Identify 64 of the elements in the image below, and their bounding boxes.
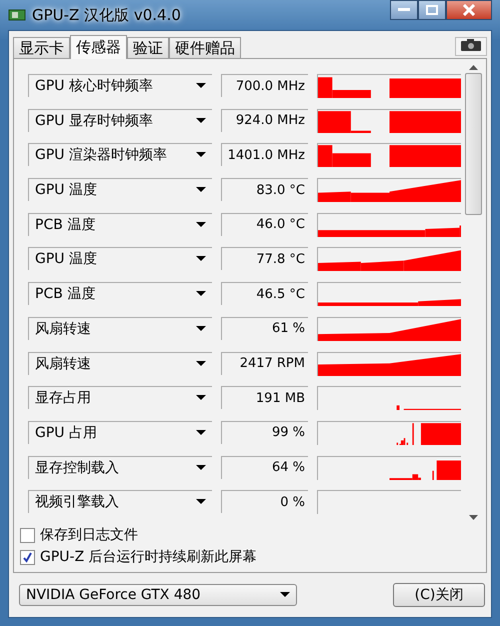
caret-icon: [196, 187, 206, 194]
sensor-value: 191 MB: [221, 386, 308, 410]
caret-icon: [196, 395, 206, 402]
graphics-card-icon: [8, 8, 26, 22]
maximize-button[interactable]: [418, 0, 446, 20]
caret-icon: [196, 326, 206, 332]
sensor-value: 924.0 MHz: [221, 108, 308, 132]
sensor-dropdown[interactable]: GPU 核心时钟频率: [28, 74, 212, 97]
sensor-value: 64 %: [221, 456, 308, 479]
caret-icon: [280, 592, 290, 598]
sensor-dropdown[interactable]: PCB 温度: [28, 282, 212, 306]
sensor-dropdown[interactable]: GPU 显存时钟频率: [28, 108, 212, 132]
sensor-value: 99 %: [221, 420, 308, 444]
tab[interactable]: 传感器: [70, 35, 127, 59]
sensor-dropdown[interactable]: GPU 温度: [28, 247, 212, 270]
sensor-value: 61 %: [221, 316, 308, 340]
caret-icon: [196, 499, 206, 506]
caret-icon: [196, 430, 206, 436]
sensor-value: 0 %: [221, 490, 308, 514]
sensor-value: 46.0 °C: [221, 212, 308, 236]
sensor-dropdown[interactable]: GPU 温度: [28, 178, 212, 202]
minimize-icon: [398, 8, 410, 12]
checkmark-icon: [22, 552, 33, 562]
sensor-value: 46.5 °C: [221, 282, 308, 306]
scroll-up-icon: [468, 65, 478, 70]
sensor-dropdown[interactable]: 视频引擎载入: [28, 490, 212, 514]
close-button[interactable]: (C)关闭: [393, 583, 485, 607]
close-button[interactable]: [446, 0, 492, 20]
tab[interactable]: 验证: [127, 37, 169, 58]
sensor-dropdown[interactable]: 显存占用: [28, 386, 212, 410]
sensor-value: 1401.0 MHz: [221, 143, 308, 166]
sensor-dropdown[interactable]: 风扇转速: [28, 352, 212, 374]
sensor-value: 700.0 MHz: [221, 74, 308, 97]
caret-icon: [196, 256, 206, 262]
sensor-value: 83.0 °C: [221, 178, 308, 202]
sensor-dropdown[interactable]: PCB 温度: [28, 212, 212, 236]
camera-icon: [460, 39, 482, 51]
caret-icon: [196, 152, 206, 158]
close-icon: [462, 4, 476, 16]
caret-icon: [196, 222, 206, 228]
caret-icon: [196, 291, 206, 298]
caret-icon: [196, 83, 206, 89]
sensor-value: 2417 RPM: [221, 352, 308, 374]
checkbox[interactable]: [20, 528, 35, 542]
checkbox-label: 保存到日志文件: [40, 526, 138, 544]
caret-icon: [196, 118, 206, 124]
window-title: GPU-Z 汉化版 v0.4.0: [32, 6, 181, 24]
tab[interactable]: 显示卡: [13, 37, 70, 58]
sensor-dropdown[interactable]: 风扇转速: [28, 316, 212, 340]
sensor-dropdown[interactable]: 显存控制载入: [28, 456, 212, 479]
sensor-value: 77.8 °C: [221, 247, 308, 270]
caret-icon: [196, 360, 206, 366]
device-dropdown[interactable]: NVIDIA GeForce GTX 480: [19, 584, 297, 606]
scrollbar[interactable]: [464, 63, 482, 522]
maximize-icon: [426, 5, 438, 15]
minimize-button[interactable]: [390, 0, 418, 20]
tab[interactable]: 硬件赠品: [169, 37, 241, 58]
checkbox[interactable]: [20, 550, 35, 564]
sensor-dropdown[interactable]: GPU 占用: [28, 420, 212, 444]
scroll-down-icon: [468, 515, 478, 520]
sensor-dropdown[interactable]: GPU 渲染器时钟频率: [28, 143, 212, 166]
caret-icon: [196, 464, 206, 471]
checkbox-label: GPU-Z 后台运行时持续刷新此屏幕: [40, 548, 257, 566]
camera-button[interactable]: [455, 37, 487, 56]
